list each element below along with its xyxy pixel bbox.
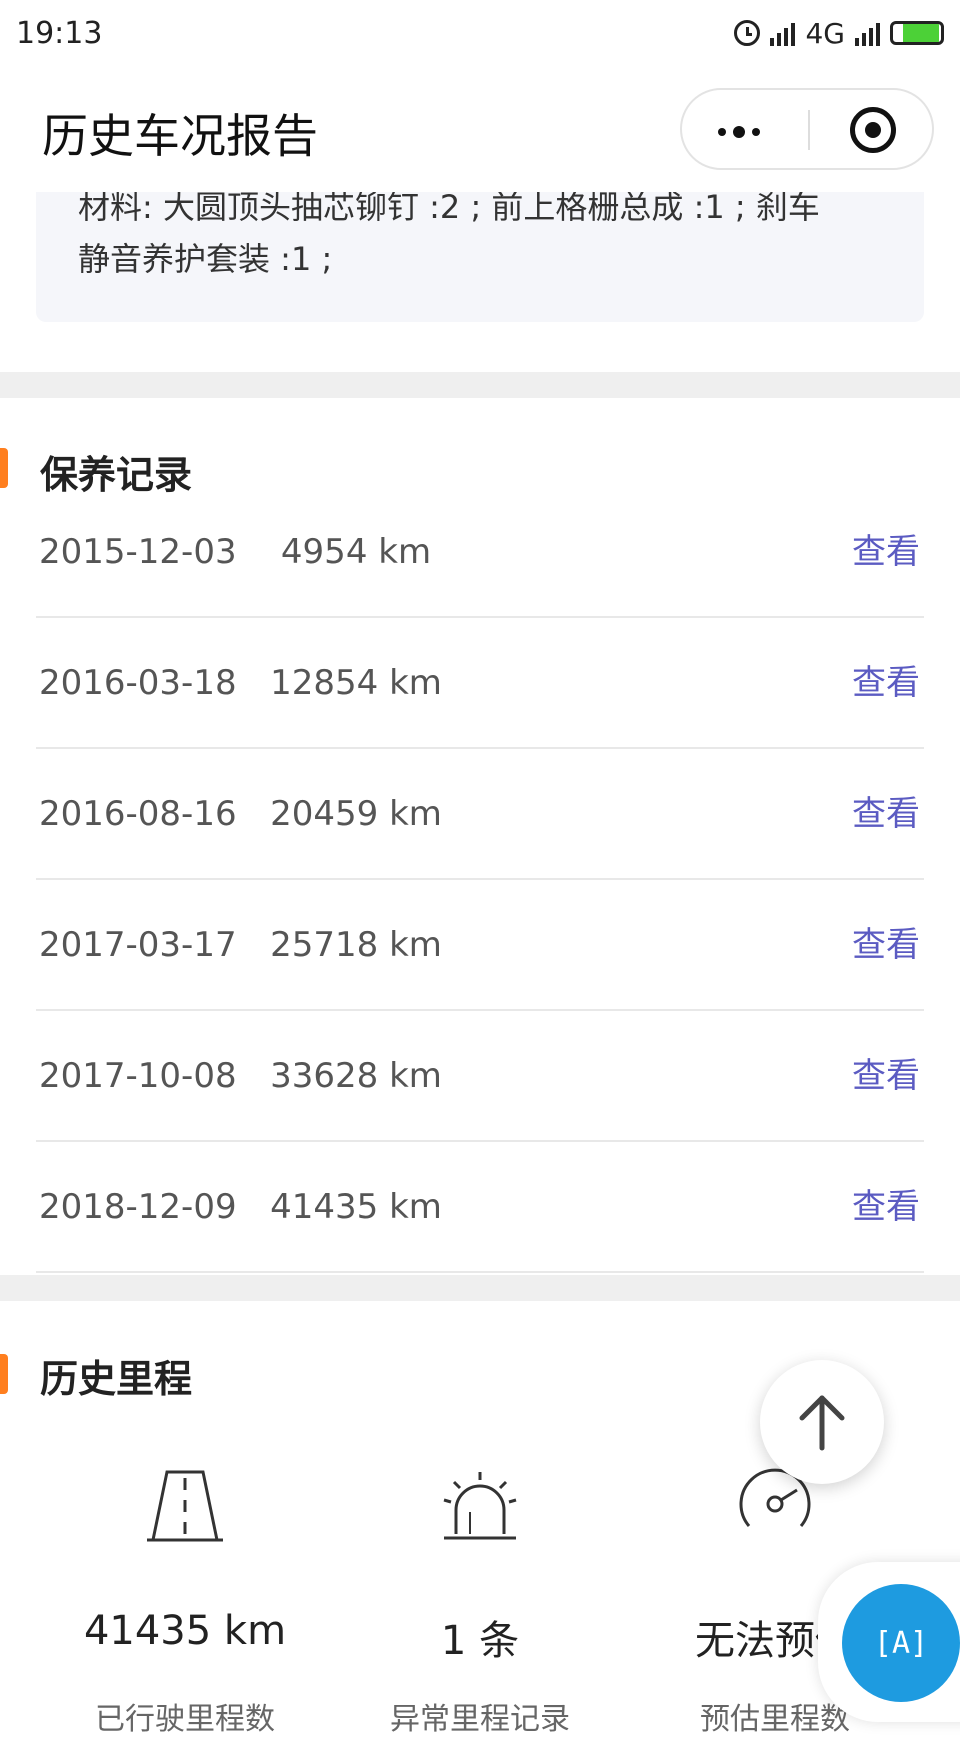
capsule-divider (808, 110, 810, 150)
stat-label: 已行驶里程数 (95, 1702, 275, 1737)
more-icon[interactable] (718, 126, 760, 138)
table-row: 2018-12-09 41435 km 查看 (36, 1142, 924, 1273)
road-icon (147, 1470, 223, 1542)
section-divider (0, 1275, 960, 1301)
record-mileage: 12854 km (270, 663, 442, 703)
status-time: 19:13 (16, 15, 103, 51)
parts-line-2: 静音养护套装 :1 ; (78, 240, 333, 278)
record-mileage: 33628 km (270, 1056, 442, 1096)
network-type: 4G (805, 16, 845, 50)
table-row: 2017-10-08 33628 km 查看 (36, 1011, 924, 1142)
page-title: 历史车况报告 (42, 109, 318, 163)
record-mileage: 25718 km (270, 925, 442, 965)
alarm-light-icon (443, 1472, 517, 1540)
table-row: 2016-03-18 12854 km 查看 (36, 618, 924, 749)
close-icon[interactable] (850, 107, 896, 153)
stat-label: 异常里程记录 (390, 1702, 570, 1737)
stat-value: 41435 km (83, 1608, 287, 1654)
view-link[interactable]: 查看 (852, 618, 920, 749)
table-row: 2016-08-16 20459 km 查看 (36, 749, 924, 880)
nav-bar: 历史车况报告 (0, 66, 960, 192)
section-accent (0, 1354, 8, 1394)
table-row: 2017-03-17 25718 km 查看 (36, 880, 924, 1011)
view-link[interactable]: 查看 (852, 487, 920, 618)
table-row: 2015-12-03 4954 km 查看 (36, 487, 924, 618)
mini-program-capsule (680, 88, 934, 170)
record-mileage: 20459 km (270, 794, 442, 834)
view-link[interactable]: 查看 (852, 1142, 920, 1273)
translate-button[interactable]: [A] (842, 1584, 960, 1702)
view-link[interactable]: 查看 (852, 880, 920, 1011)
arrow-up-icon (799, 1395, 845, 1451)
section-divider (0, 372, 960, 398)
back-to-top-button[interactable] (760, 1360, 884, 1484)
record-mileage: 41435 km (270, 1187, 442, 1227)
stat-value: 1 条 (440, 1618, 520, 1664)
alarm-icon (734, 20, 761, 46)
view-link[interactable]: 查看 (852, 749, 920, 880)
mileage-title: 历史里程 (40, 1357, 193, 1401)
status-icons: 4G (734, 17, 944, 50)
record-mileage: 4954 km (280, 532, 432, 572)
view-link[interactable]: 查看 (852, 1011, 920, 1142)
section-accent (0, 448, 8, 488)
signal-icon-2 (855, 20, 880, 46)
status-bar: 19:13 4G (0, 0, 960, 66)
battery-icon (890, 21, 944, 45)
signal-icon (770, 20, 796, 46)
